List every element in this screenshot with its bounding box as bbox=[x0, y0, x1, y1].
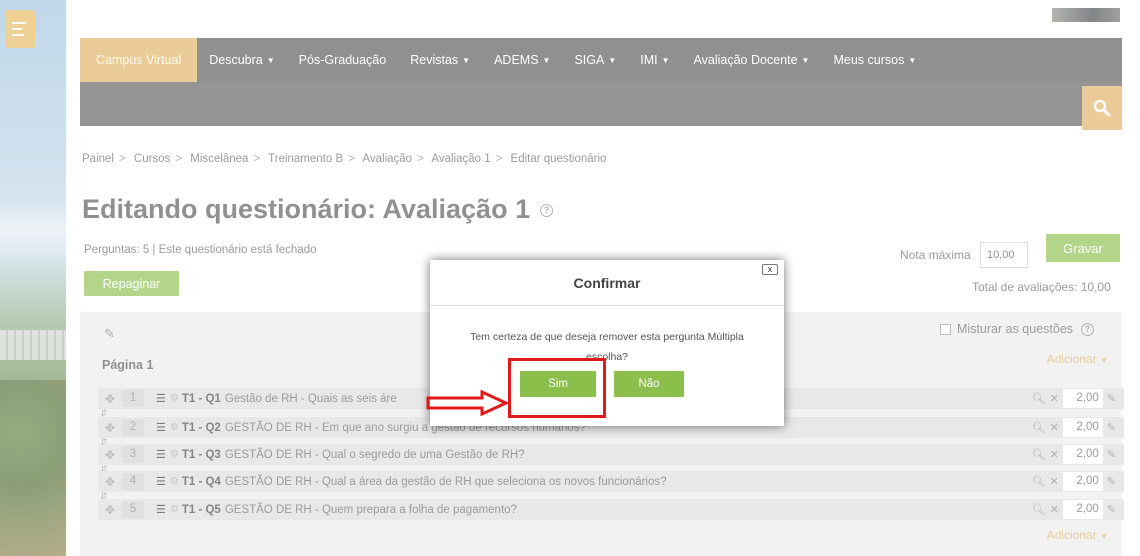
dialog-message: Tem certeza de que deseja remover esta p… bbox=[470, 331, 744, 363]
arrow-annotation-icon bbox=[426, 390, 510, 416]
highlight-box bbox=[508, 358, 606, 418]
nao-button[interactable]: Não bbox=[614, 371, 684, 397]
close-icon[interactable]: x bbox=[762, 264, 778, 275]
dialog-title: Confirmar bbox=[430, 260, 784, 306]
